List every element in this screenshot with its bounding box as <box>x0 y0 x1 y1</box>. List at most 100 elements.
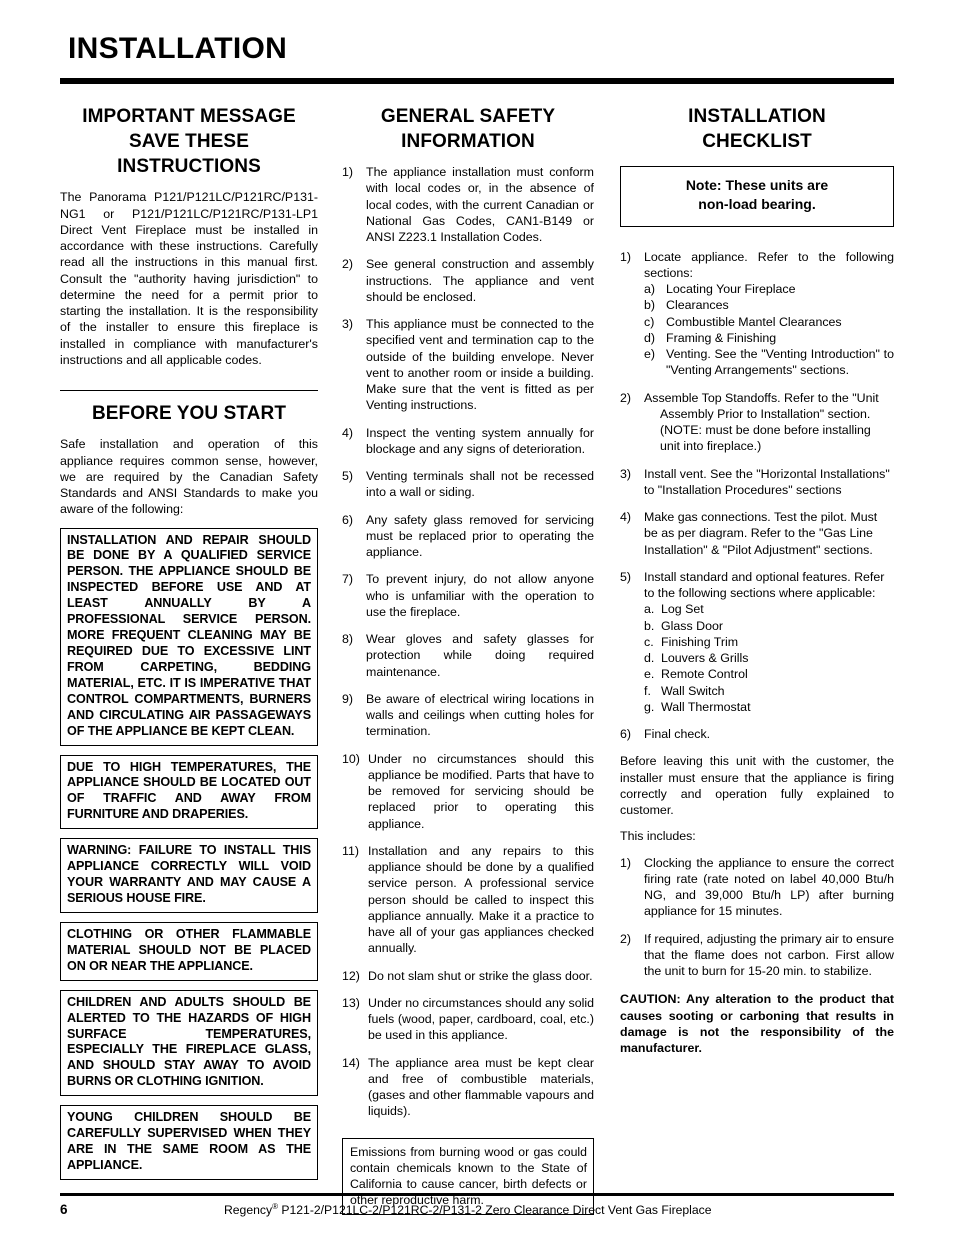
item-text: Wear gloves and safety glasses for prote… <box>366 632 594 679</box>
note-line-1: Note: These units are <box>685 177 829 194</box>
heading-line-2: SAVE THESE <box>129 130 249 152</box>
sub-text: Clearances <box>666 298 729 313</box>
list-item: 6) Final check. <box>620 726 894 742</box>
sub-list-item: g. Wall Thermostat <box>644 699 894 715</box>
item-text: Make gas connections. Test the pilot. Mu… <box>644 510 878 557</box>
item-number: 1) <box>620 249 632 264</box>
list-item: 4) Inspect the venting system annually fo… <box>342 425 594 458</box>
item-number: 6) <box>620 727 632 742</box>
column-important-message: IMPORTANT MESSAGE SAVE THESE INSTRUCTION… <box>60 104 336 1189</box>
item-number: 13) <box>342 995 360 1010</box>
item-text: Install vent. See the "Horizontal Instal… <box>644 466 890 497</box>
item-number: 11) <box>342 843 359 858</box>
sub-list-item: b) Clearances <box>644 297 894 313</box>
list-item: 2) Assemble Top Standoffs. Refer to the … <box>620 390 894 455</box>
sub-list-item: d. Louvers & Grills <box>644 650 894 666</box>
heading-line-1: INSTALLATION <box>688 105 826 127</box>
sub-label: e. <box>644 667 655 682</box>
list-item: 8) Wear gloves and safety glasses for pro… <box>342 631 594 680</box>
sub-label: a) <box>644 282 656 297</box>
warning-box-service-person: INSTALLATION AND REPAIR SHOULD BE DONE B… <box>60 527 318 746</box>
column-general-safety: GENERAL SAFETY INFORMATION 1) The applian… <box>336 104 612 1215</box>
item-continuation-text: Assembly Prior to Installation" section.… <box>660 406 871 454</box>
note-box-non-load-bearing: Note: These units are non-load bearing. <box>620 166 894 227</box>
item-number: 5) <box>620 569 632 584</box>
item-lead-text: Assemble Top Standoffs. Refer to the "Un… <box>644 390 879 405</box>
heading-installation-checklist: INSTALLATION CHECKLIST <box>620 104 894 155</box>
heading-general-safety-information: GENERAL SAFETY INFORMATION <box>342 104 594 155</box>
warning-box-high-temperatures: DUE TO HIGH TEMPERATURES, THE APPLIANCE … <box>60 754 318 830</box>
item-text: The appliance installation must conform … <box>366 165 594 245</box>
sub-text: Wall Thermostat <box>661 699 751 714</box>
list-item: 4) Make gas connections. Test the pilot. … <box>620 509 894 558</box>
sub-text: Venting. See the "Venting Introduction" … <box>666 347 894 378</box>
list-item: 12) Do not slam shut or strike the glass … <box>342 968 594 984</box>
item-text: Clocking the appliance to ensure the cor… <box>644 855 894 919</box>
heading-line-2: INFORMATION <box>401 130 535 152</box>
item-text: Venting terminals shall not be recessed … <box>366 469 594 500</box>
sub-label: f. <box>644 683 651 698</box>
column-installation-checklist: INSTALLATION CHECKLIST Note: These units… <box>612 104 894 1057</box>
sub-list-item: e. Remote Control <box>644 666 894 682</box>
header-divider <box>60 77 894 84</box>
item-number: 14) <box>342 1055 360 1070</box>
general-safety-list: 1) The appliance installation must confor… <box>342 164 594 1120</box>
caution-paragraph: CAUTION: Any alteration to the product t… <box>620 992 894 1056</box>
item-text: Inspect the venting system annually for … <box>366 425 594 456</box>
sub-label: c) <box>644 314 655 329</box>
sub-text: Log Set <box>661 602 704 617</box>
warning-box-young-children: YOUNG CHILDREN SHOULD BE CAREFULLY SUPER… <box>60 1105 318 1180</box>
section-divider-before-you-start <box>60 390 318 392</box>
closing-paragraph: Before leaving this unit with the custom… <box>620 754 894 818</box>
item-number: 3) <box>342 317 354 332</box>
item-number: 5) <box>342 469 354 484</box>
item-text: Locate appliance. Refer to the following… <box>644 249 894 379</box>
list-item: 1) Clocking the appliance to ensure the c… <box>620 855 894 920</box>
sub-label: d. <box>644 651 655 666</box>
item-number: 9) <box>342 691 354 706</box>
page-number: 6 <box>60 1202 68 1217</box>
item-number: 4) <box>342 425 354 440</box>
item-text: Under no circumstances should this appli… <box>368 751 594 831</box>
warning-box-flammable-material: CLOTHING OR OTHER FLAMMABLE MATERIAL SHO… <box>60 921 318 981</box>
list-item: 1) The appliance installation must confor… <box>342 164 594 245</box>
list-item: 5) Install standard and optional feature… <box>620 569 894 715</box>
list-item: 2) If required, adjusting the primary air… <box>620 931 894 980</box>
list-item: 10) Under no circumstances should this ap… <box>342 751 594 832</box>
sub-text: Framing & Finishing <box>666 330 777 345</box>
item-number: 8) <box>342 632 354 647</box>
item-text: To prevent injury, do not allow anyone w… <box>366 572 594 619</box>
footer-row: 6 Regency® P121-2/P121LC-2/P121RC-2/P131… <box>60 1202 894 1217</box>
item-number: 4) <box>620 510 632 525</box>
item-text: Do not slam shut or strike the glass doo… <box>368 968 593 983</box>
note-line-2: non-load bearing. <box>698 196 816 213</box>
document-page: INSTALLATION IMPORTANT MESSAGE SAVE THES… <box>0 0 954 1235</box>
item-number: 6) <box>342 512 354 527</box>
sub-label: c. <box>644 634 654 649</box>
item-text: Install standard and optional features. … <box>644 569 894 715</box>
sub-text: Glass Door <box>661 618 723 633</box>
item-number: 12) <box>342 968 360 983</box>
warning-box-surface-temperatures: CHILDREN AND ADULTS SHOULD BE ALERTED TO… <box>60 989 318 1097</box>
sub-text: Finishing Trim <box>661 634 739 649</box>
sub-label: e) <box>644 347 656 362</box>
page-footer: 6 Regency® P121-2/P121LC-2/P121RC-2/P131… <box>60 1192 894 1217</box>
item-text: This appliance must be connected to the … <box>366 317 594 413</box>
footer-divider <box>60 1192 894 1196</box>
footer-brand: Regency <box>223 1203 273 1217</box>
sub-text: Remote Control <box>661 667 748 682</box>
three-column-layout: IMPORTANT MESSAGE SAVE THESE INSTRUCTION… <box>60 104 894 1215</box>
item-text: See general construction and assembly in… <box>366 257 594 304</box>
item-number: 2) <box>620 931 632 946</box>
item-number: 1) <box>342 165 354 180</box>
list-item: 3) Install vent. See the "Horizontal Inst… <box>620 466 894 499</box>
list-item: 13) Under no circumstances should any sol… <box>342 995 594 1044</box>
sub-list: a. Log Set b. Glass Door c. Finishing Trim … <box>644 601 894 715</box>
sub-text: Louvers & Grills <box>661 651 749 666</box>
heading-important-message: IMPORTANT MESSAGE SAVE THESE INSTRUCTION… <box>60 104 318 180</box>
footer-models: P121-2/P121LC-2/P121RC-2/P131-2 Zero Cle… <box>277 1203 712 1217</box>
heading-line-1: IMPORTANT MESSAGE <box>82 105 296 127</box>
item-number: 7) <box>342 572 354 587</box>
list-item: 5) Venting terminals shall not be recesse… <box>342 468 594 501</box>
heading-line-2: CHECKLIST <box>702 130 812 152</box>
